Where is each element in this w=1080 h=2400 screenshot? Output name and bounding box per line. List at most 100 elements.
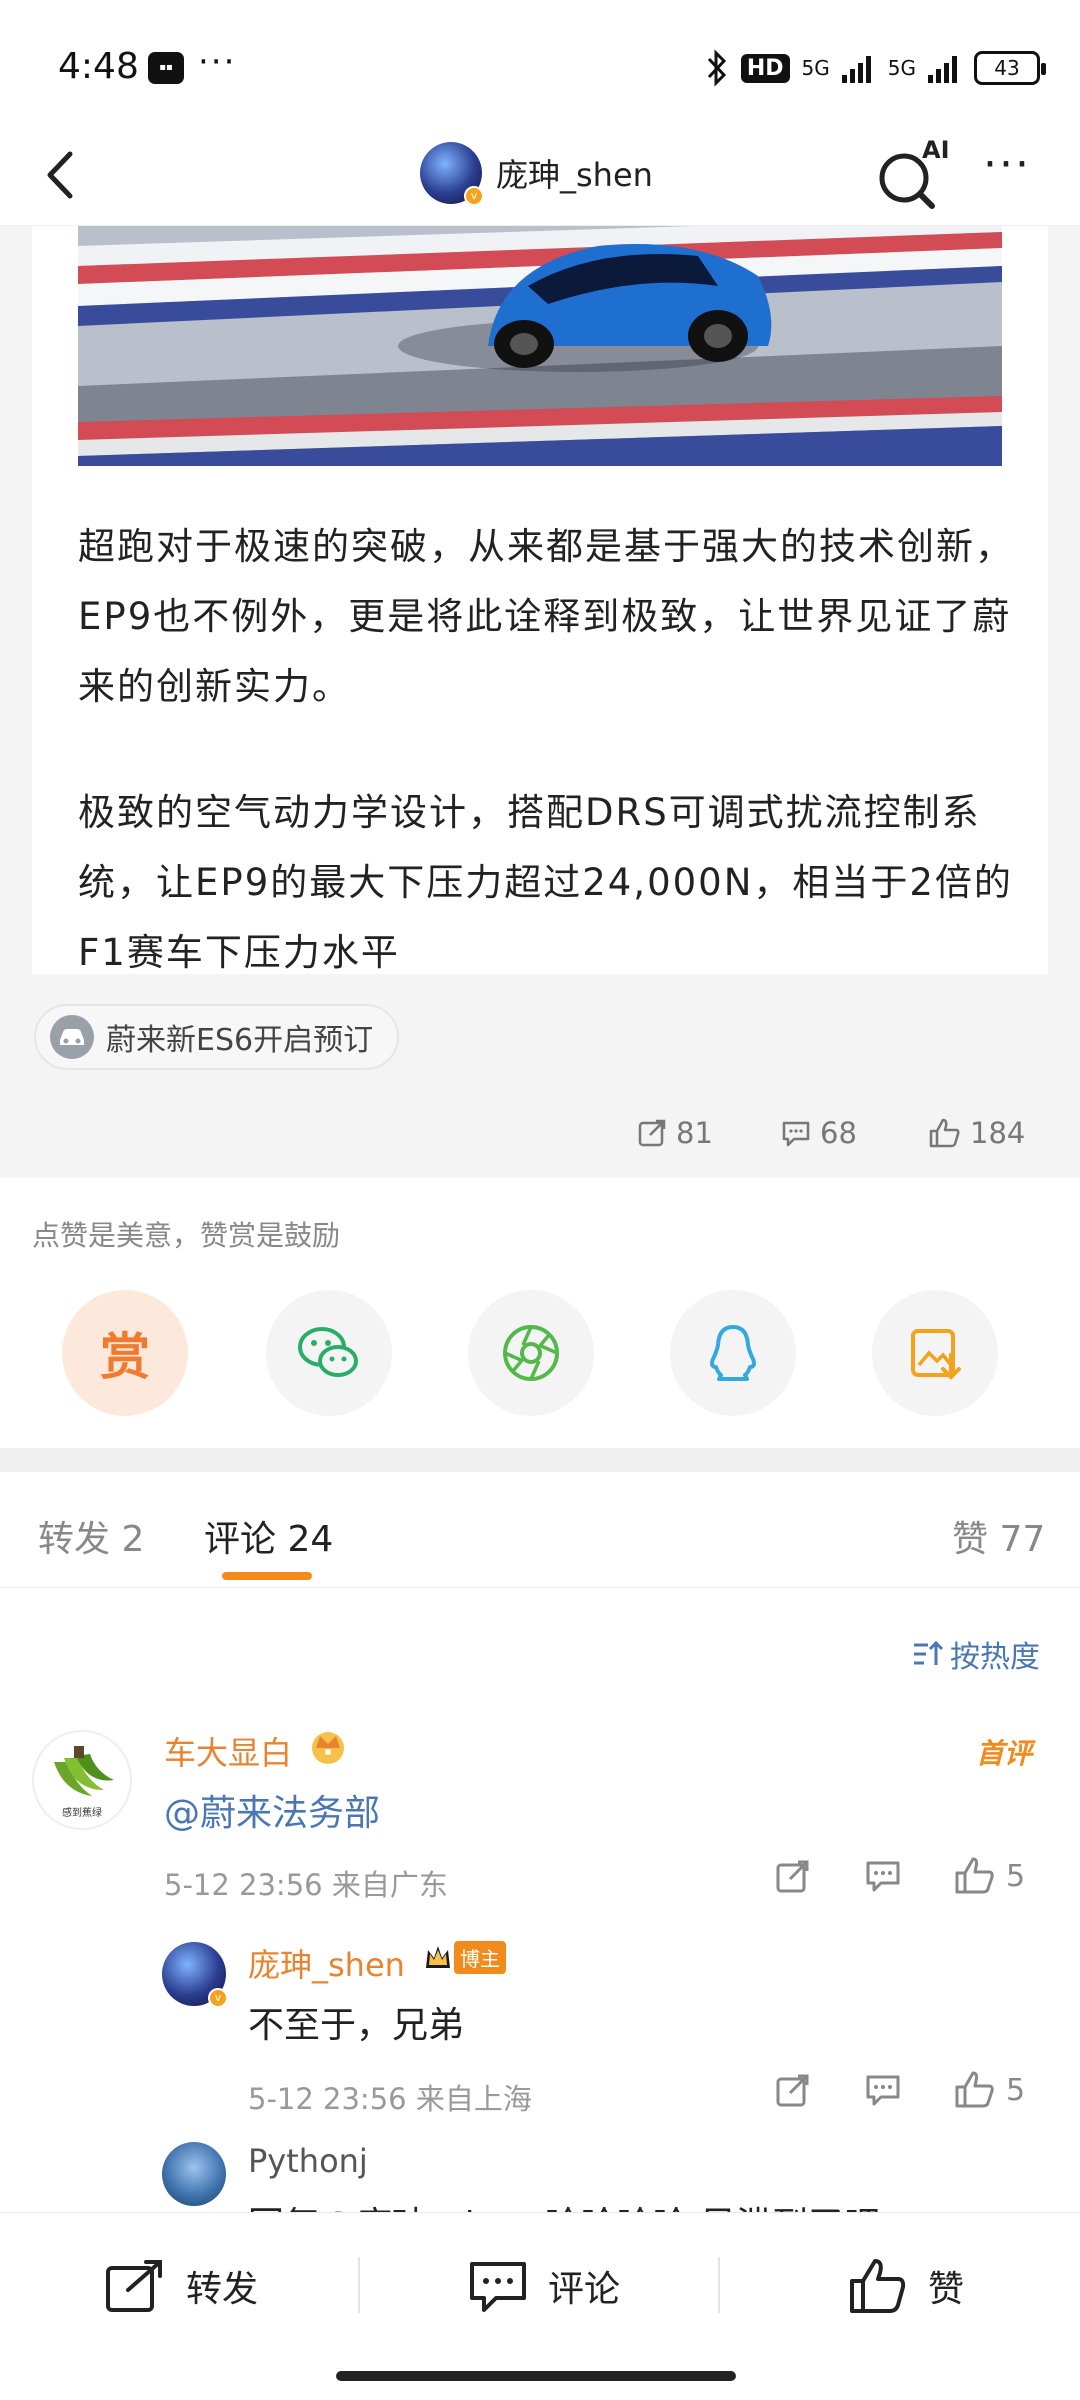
pythonj-reply-text[interactable]: 回复@庞珅_shen:哈哈哈哈,风泄到了吧 — [248, 2196, 880, 2212]
comment-text-mention[interactable]: @蔚来法务部 — [164, 1784, 380, 1836]
like-count: 184 — [970, 1116, 1026, 1150]
reward-share-section: 点赞是美意，赞赏是鼓励 赏 — [0, 1178, 1080, 1448]
repost-stat[interactable]: 81 — [636, 1116, 713, 1150]
status-time: 4:48 — [58, 46, 139, 87]
comment-like-count: 5 — [1006, 1858, 1026, 1894]
bottom-comment-icon — [470, 2262, 526, 2312]
blogger-crown-icon — [426, 1946, 450, 1968]
commenter-avatar[interactable]: 感到蕉绿 — [32, 1730, 132, 1830]
bottom-comment-button[interactable]: 评论 — [468, 2251, 620, 2321]
pythonj-name[interactable]: Pythonj — [248, 2142, 368, 2180]
ai-label: AI — [922, 136, 948, 164]
blogger-badge: 博主 — [424, 1940, 506, 1974]
qq-penguin-icon — [710, 1325, 756, 1381]
comment-count: 68 — [820, 1116, 857, 1150]
pythonj-avatar[interactable] — [162, 2142, 226, 2206]
wechat-icon — [298, 1327, 358, 1377]
save-image-button[interactable] — [872, 1290, 998, 1416]
post-stats: 81 68 184 — [0, 1106, 1080, 1176]
bottom-like-button[interactable]: 赞 — [848, 2251, 964, 2321]
qq-share-button[interactable] — [670, 1290, 796, 1416]
nav-avatar[interactable]: v — [420, 142, 484, 206]
comment-stat[interactable]: 68 — [780, 1116, 857, 1150]
signal-icon-2 — [928, 56, 957, 83]
verified-badge-icon: v — [464, 186, 484, 206]
ai-search-icon[interactable]: AI — [872, 134, 948, 210]
post-content-area: 超跑对于极速的突破，从来都是基于强大的技术创新，EP9也不例外，更是将此诠释到极… — [0, 226, 1080, 1178]
nav-username[interactable]: 庞珅_shen — [496, 150, 653, 196]
bottom-thumbs-up-icon — [850, 2259, 906, 2313]
app-notification-icon: ▪▪ — [148, 52, 184, 84]
like-stat[interactable]: 184 — [928, 1116, 1025, 1150]
repost-count: 81 — [676, 1116, 713, 1150]
battery-level: 43 — [994, 56, 1020, 80]
bottom-action-bar: 转发 评论 赞 — [0, 2212, 1080, 2400]
comment-reply-icon[interactable] — [864, 1857, 902, 1895]
reply-author-name[interactable]: 庞珅_shen — [248, 1940, 405, 1986]
comment-thumbs-up-icon — [955, 1857, 994, 1894]
comment-repost-icon[interactable] — [774, 1857, 812, 1895]
sort-label: 按热度 — [950, 1640, 1040, 1675]
reply-avatar[interactable]: v — [162, 1942, 228, 2008]
topic-label: 蔚来新ES6开启预订 — [106, 1023, 374, 1058]
network-2-label: 5G — [887, 56, 916, 80]
reply-actions: 5 — [774, 2070, 1025, 2110]
tab-comment[interactable]: 评论 24 — [204, 1510, 333, 1562]
article-card[interactable]: 超跑对于极速的突破，从来都是基于强大的技术创新，EP9也不例外，更是将此诠释到极… — [32, 226, 1048, 974]
bottom-separator-2 — [718, 2257, 720, 2313]
home-indicator[interactable] — [336, 2371, 736, 2381]
tab-repost[interactable]: 转发 2 — [38, 1510, 144, 1562]
comment-icon — [782, 1121, 810, 1147]
reply-thumbs-up-icon — [955, 2071, 994, 2108]
reply-text[interactable]: 不至于，兄弟 — [248, 1996, 464, 2048]
comment-like-button[interactable]: 5 — [954, 1856, 1025, 1896]
bluetooth-icon — [707, 49, 726, 87]
commenter-name[interactable]: 车大显白 — [164, 1728, 292, 1774]
car-topic-icon — [50, 1015, 94, 1059]
bottom-comment-label: 评论 — [548, 2269, 621, 2310]
save-image-icon — [911, 1329, 961, 1380]
tab-like[interactable]: 赞 77 — [952, 1510, 1045, 1562]
reply-meta: 5-12 23:56 来自上海 — [248, 2082, 532, 2116]
avatar-caption: 感到蕉绿 — [62, 1806, 102, 1819]
comment-meta: 5-12 23:56 来自广东 — [164, 1868, 448, 1902]
bottom-repost-button[interactable]: 转发 — [104, 2251, 258, 2321]
nav-user[interactable]: v 庞珅_shen — [420, 138, 653, 208]
reward-label: 赏 — [100, 1328, 150, 1386]
status-more-dots: ··· — [198, 42, 237, 82]
vip-crown-icon — [312, 1732, 344, 1764]
thumbs-up-icon — [929, 1118, 960, 1148]
sort-icon — [914, 1640, 944, 1665]
hd-badge: HD — [740, 53, 790, 83]
signal-icon-1 — [841, 56, 871, 83]
reward-hint: 点赞是美意，赞赏是鼓励 — [32, 1219, 341, 1252]
network-1-label: 5G — [801, 56, 830, 80]
pythonj-reply-text-clip: 回复@庞珅_shen:哈哈哈哈,风泄到了吧 — [248, 2196, 1048, 2212]
bottom-separator-1 — [358, 2257, 360, 2313]
reward-button[interactable]: 赏 — [62, 1290, 188, 1416]
banana-avatar-icon: 感到蕉绿 — [54, 1746, 114, 1819]
moments-share-button[interactable] — [468, 1290, 594, 1416]
wechat-share-button[interactable] — [266, 1290, 392, 1416]
repost-icon — [638, 1119, 666, 1147]
reply-like-button[interactable]: 5 — [954, 2070, 1025, 2110]
reply-comment-icon[interactable] — [864, 2071, 902, 2109]
status-bar: 4:48 ▪▪ ··· HD 5G 5G 43 — [0, 0, 1080, 130]
topic-tag[interactable]: 蔚来新ES6开启预订 — [34, 1004, 400, 1070]
bottom-repost-icon — [106, 2260, 162, 2312]
reply-repost-icon[interactable] — [774, 2071, 812, 2109]
car-illustration — [78, 226, 1002, 466]
first-comment-badge: 首评 — [976, 1737, 1033, 1770]
bottom-like-label: 赞 — [928, 2269, 965, 2310]
section-divider — [0, 1448, 1080, 1472]
sort-by-hot-button[interactable]: 按热度 — [912, 1632, 1040, 1676]
more-options-button[interactable]: ··· — [972, 138, 1042, 208]
moments-shutter-icon — [503, 1325, 559, 1381]
battery-icon: 43 — [974, 51, 1046, 85]
post-paragraph-2: 极致的空气动力学设计，搭配DRS可调式扰流控制系统，让EP9的最大下压力超过24… — [78, 791, 1013, 974]
back-arrow-icon[interactable] — [34, 140, 94, 210]
ep9-car-image[interactable] — [78, 226, 1002, 466]
active-tab-indicator — [222, 1572, 312, 1580]
post-paragraph-1: 超跑对于极速的突破，从来都是基于强大的技术创新，EP9也不例外，更是将此诠释到极… — [78, 525, 1014, 708]
blogger-badge-label: 博主 — [454, 1940, 506, 1974]
